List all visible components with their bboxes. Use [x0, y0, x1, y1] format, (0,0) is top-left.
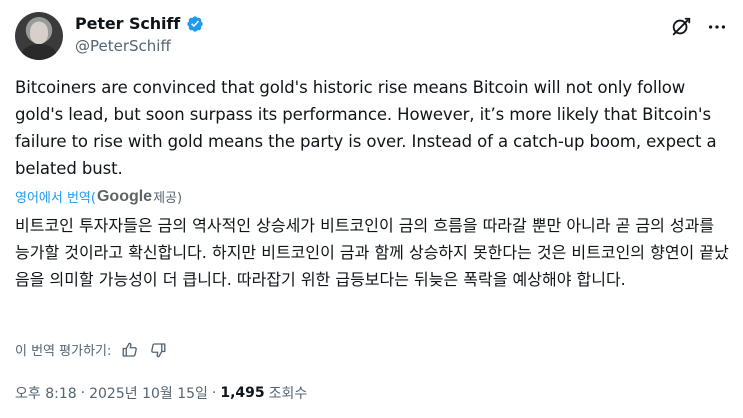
meta-separator: ·: [211, 385, 217, 401]
thumbs-down-icon[interactable]: [149, 341, 167, 359]
translated-by-suffix: 제공): [153, 191, 183, 206]
rate-translation-label: 이 번역 평가하기:: [15, 344, 112, 359]
verified-badge-icon: [186, 15, 204, 33]
translated-by: 영어에서 번역( Google 제공): [15, 187, 183, 207]
display-name[interactable]: Peter Schiff: [75, 14, 180, 33]
tweet-meta: 오후 8:18 · 2025년 10월 15일 · 1,495 조회수: [15, 383, 307, 403]
tweet-date[interactable]: 2025년 10월 15일: [89, 383, 208, 403]
avatar[interactable]: [15, 12, 63, 60]
translated-by-prefix[interactable]: 영어에서 번역(: [15, 187, 96, 206]
tweet-text: Bitcoiners are convinced that gold's his…: [15, 78, 717, 178]
tweet-time[interactable]: 오후 8:18: [15, 383, 77, 403]
rate-translation-row: 이 번역 평가하기:: [15, 340, 167, 359]
views-count: 1,495: [220, 385, 265, 401]
meta-separator: ·: [80, 385, 86, 401]
google-logo: Google: [96, 187, 153, 205]
avatar-face: [30, 22, 48, 44]
views-label: 조회수: [268, 386, 308, 402]
name-row: Peter Schiff: [75, 14, 204, 33]
header-actions: [670, 16, 728, 38]
user-handle[interactable]: @PeterSchiff: [75, 37, 171, 55]
more-icon[interactable]: [706, 16, 728, 38]
tweet-header: Peter Schiff @PeterSchiff: [15, 10, 728, 60]
grok-icon[interactable]: [670, 16, 692, 38]
thumbs-up-icon[interactable]: [121, 341, 139, 359]
avatar-shoulders: [21, 44, 57, 60]
translated-text: 비트코인 투자자들은 금의 역사적인 상승세가 비트코인이 금의 흐름을 따라갈…: [15, 216, 729, 289]
